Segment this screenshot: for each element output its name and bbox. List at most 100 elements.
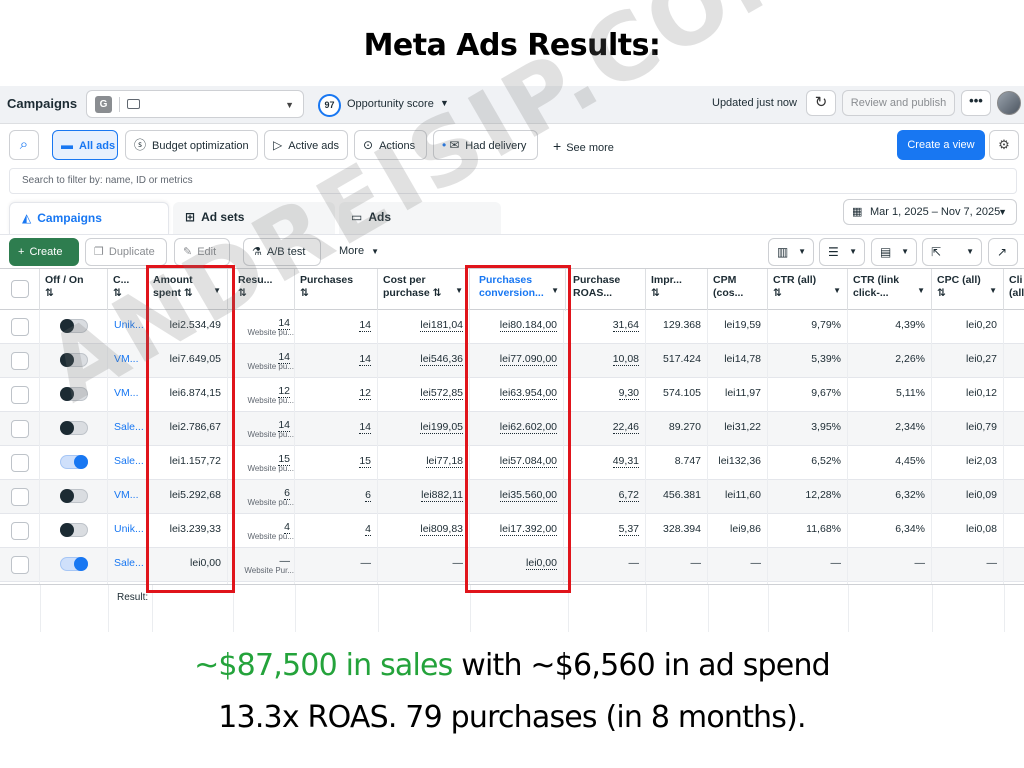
cell-value: — bbox=[360, 557, 372, 569]
cell-ctr-all: 9,79% bbox=[768, 310, 848, 344]
cell-cpc: — bbox=[932, 548, 1004, 582]
campaign-name-link[interactable]: Unik... bbox=[108, 310, 148, 344]
cell-roas: 49,31 bbox=[568, 446, 646, 480]
filter-active-ads[interactable]: ▷ Active ads bbox=[264, 130, 348, 160]
search-input[interactable]: Search to filter by: name, ID or metrics bbox=[9, 168, 1017, 194]
avatar[interactable] bbox=[997, 91, 1021, 115]
table-row[interactable]: Unik... 14 Website pu... lei2.534,49 14 lei18… bbox=[0, 310, 1024, 344]
col-amount-spent[interactable]: Amount spent ⇅ ▼ bbox=[148, 269, 228, 311]
campaign-name-link[interactable]: Sale... bbox=[108, 446, 148, 480]
table-row[interactable]: Unik... 4 Website pu... lei3.239,33 4 lei809,… bbox=[0, 514, 1024, 548]
col-cpc-all[interactable]: CPC (all) ⇅ ▼ bbox=[932, 269, 1004, 311]
duplicate-button[interactable]: ❐ Duplicate bbox=[85, 238, 167, 266]
table-row[interactable]: Sale... — Website Pur... lei0,00— — lei0,00— —… bbox=[0, 548, 1024, 582]
table-row[interactable]: VM... 12 Website pu... lei6.874,15 12 lei572,… bbox=[0, 378, 1024, 412]
table-row[interactable]: Sale... 15 Website pu... lei1.157,72 15 lei77… bbox=[0, 446, 1024, 480]
col-results[interactable]: Resu... ⇅ bbox=[233, 269, 295, 311]
campaign-name-link[interactable]: VM... bbox=[108, 344, 148, 378]
cell-value: lei0,12 bbox=[966, 387, 997, 399]
see-more-link[interactable]: + See more bbox=[553, 138, 614, 154]
divider bbox=[848, 585, 849, 632]
table-row[interactable]: VM... 6 Website pu... lei5.292,68 6 lei882,11… bbox=[0, 480, 1024, 514]
campaign-name-link[interactable]: Sale... bbox=[108, 412, 148, 446]
opportunity-score-label[interactable]: Opportunity score bbox=[347, 98, 434, 110]
ab-test-button[interactable]: ⚗ A/B test bbox=[243, 238, 321, 266]
tab-ad-sets[interactable]: ⊞ Ad sets bbox=[173, 202, 335, 234]
cell-value: 5,11% bbox=[896, 387, 925, 399]
col-label: CPC (all) bbox=[937, 274, 981, 286]
col-campaign[interactable]: C... ⇅ bbox=[108, 269, 148, 311]
settings-button[interactable]: ⚙ bbox=[989, 130, 1019, 160]
cell-value: lei0,27 bbox=[966, 353, 997, 365]
col-purchases-conversion[interactable]: Purchases conversion... ▼ bbox=[474, 269, 566, 311]
row-checkbox[interactable] bbox=[11, 522, 29, 540]
edit-label: Edit bbox=[197, 246, 217, 258]
cell-value: — bbox=[452, 557, 464, 569]
export-button[interactable]: ⇱ ▼ bbox=[922, 238, 982, 266]
breakdown-button[interactable]: ☰ ▼ bbox=[819, 238, 865, 266]
campaign-name-link[interactable]: VM... bbox=[108, 480, 148, 514]
campaign-toggle[interactable] bbox=[60, 489, 88, 503]
cell-roas: 31,64 bbox=[568, 310, 646, 344]
filter-budget-optimization[interactable]: ⓢ Budget optimization bbox=[125, 130, 258, 160]
more-options-button[interactable]: ••• bbox=[961, 90, 991, 116]
col-purchases[interactable]: Purchases ⇅ bbox=[295, 269, 378, 311]
review-publish-button[interactable]: Review and publish bbox=[842, 90, 955, 116]
cell-value: lei0,00 bbox=[526, 557, 557, 570]
select-all-checkbox[interactable] bbox=[11, 280, 29, 298]
more-actions-dropdown[interactable]: More ▼ bbox=[339, 245, 379, 257]
cell-value: lei57.084,00 bbox=[499, 455, 557, 468]
cell-value: — bbox=[750, 557, 762, 569]
col-impressions[interactable]: Impr... ⇅ bbox=[646, 269, 708, 311]
campaign-toggle[interactable] bbox=[60, 353, 88, 367]
reports-button[interactable]: ▤ ▼ bbox=[871, 238, 917, 266]
filter-had-delivery[interactable]: • ✉ Had delivery bbox=[433, 130, 538, 160]
row-checkbox[interactable] bbox=[11, 386, 29, 404]
cell-cpm: lei14,78 bbox=[708, 344, 768, 378]
row-checkbox[interactable] bbox=[11, 556, 29, 574]
account-selector[interactable]: G ▼ bbox=[86, 90, 304, 118]
campaign-name-link[interactable]: VM... bbox=[108, 378, 148, 412]
row-checkbox[interactable] bbox=[11, 318, 29, 336]
table-row[interactable]: Sale... 14 Website pu... lei2.786,67 14 lei19… bbox=[0, 412, 1024, 446]
row-checkbox[interactable] bbox=[11, 488, 29, 506]
col-ctr-all[interactable]: CTR (all) ⇅ ▼ bbox=[768, 269, 848, 311]
opportunity-score-badge[interactable]: 97 bbox=[318, 94, 341, 117]
filter-actions[interactable]: ⊙ Actions bbox=[354, 130, 427, 160]
col-cost-per-purchase[interactable]: Cost per purchase ⇅ ▼ bbox=[378, 269, 470, 311]
row-checkbox[interactable] bbox=[11, 420, 29, 438]
col-label: spent ⇅ bbox=[153, 287, 193, 299]
create-view-button[interactable]: Create a view bbox=[897, 130, 985, 160]
col-ctr-link[interactable]: CTR (link click-... ▼ bbox=[848, 269, 932, 311]
chart-button[interactable]: ↗ bbox=[988, 238, 1018, 266]
refresh-button[interactable]: ↻ bbox=[806, 90, 836, 116]
row-checkbox[interactable] bbox=[11, 454, 29, 472]
campaign-toggle[interactable] bbox=[60, 319, 88, 333]
tab-campaigns[interactable]: ◭ Campaigns bbox=[9, 202, 169, 234]
chevron-down-icon[interactable]: ▼ bbox=[440, 98, 449, 108]
create-button[interactable]: + Create bbox=[9, 238, 79, 266]
campaign-toggle[interactable] bbox=[60, 421, 88, 435]
chevron-down-icon: ▼ bbox=[455, 286, 463, 295]
edit-button[interactable]: ✎ Edit bbox=[174, 238, 230, 266]
table-row[interactable]: VM... 14 Website pu... lei7.649,05 14 lei546,… bbox=[0, 344, 1024, 378]
cell-amount: lei2.534,49 bbox=[148, 310, 228, 344]
row-checkbox[interactable] bbox=[11, 352, 29, 370]
columns-button[interactable]: ▥ ▼ bbox=[768, 238, 814, 266]
cell-value: 31,64 bbox=[612, 319, 639, 332]
col-purchase-roas[interactable]: Purchase ROAS... bbox=[568, 269, 646, 311]
col-cpm[interactable]: CPM (cos... bbox=[708, 269, 768, 311]
campaign-name-link[interactable]: Unik... bbox=[108, 514, 148, 548]
campaign-toggle[interactable] bbox=[60, 557, 88, 571]
campaign-name-link[interactable]: Sale... bbox=[108, 548, 148, 582]
campaign-toggle[interactable] bbox=[60, 455, 88, 469]
filter-all-ads[interactable]: ▬ All ads bbox=[52, 130, 118, 160]
col-clicks[interactable]: Cli (all bbox=[1004, 269, 1024, 311]
results-footer-label: Result: bbox=[117, 592, 149, 603]
campaign-toggle[interactable] bbox=[60, 523, 88, 537]
search-button[interactable]: ⌕ bbox=[9, 130, 39, 160]
date-range-picker[interactable]: ▦ Mar 1, 2025 – Nov 7, 2025 ▼ bbox=[843, 199, 1017, 225]
col-off-on[interactable]: Off / On ⇅ bbox=[40, 269, 108, 311]
campaign-toggle[interactable] bbox=[60, 387, 88, 401]
tab-ads[interactable]: ▭ Ads bbox=[339, 202, 501, 234]
